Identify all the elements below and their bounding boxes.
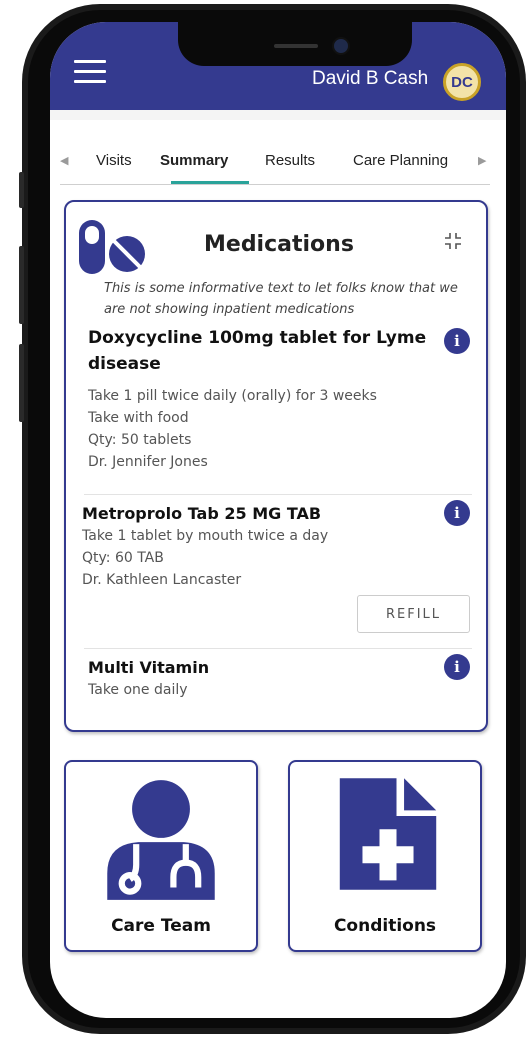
medications-title: Medications: [204, 232, 354, 257]
collapse-icon[interactable]: [444, 232, 462, 250]
medication-prescriber: Dr. Kathleen Lancaster: [82, 572, 242, 588]
medication-prescriber: Dr. Jennifer Jones: [88, 454, 208, 470]
care-team-tile[interactable]: Care Team: [64, 760, 258, 952]
conditions-tile[interactable]: Conditions: [288, 760, 482, 952]
divider: [84, 648, 472, 649]
phone-notch: [178, 22, 412, 66]
medication-quantity: Qty: 60 TAB: [82, 550, 164, 566]
tab-visits[interactable]: Visits: [96, 152, 132, 169]
medication-name: Doxycycline 100mg tablet for Lyme: [88, 328, 427, 348]
phone-volume-down: [19, 344, 24, 422]
tile-label: Conditions: [333, 916, 437, 936]
info-icon[interactable]: i: [444, 654, 470, 680]
app-screen: g: David B Cash DC ◀ Visits Summary Resu…: [50, 22, 506, 1018]
medication-name: Multi Vitamin: [88, 658, 210, 677]
doctor-icon: [107, 780, 215, 900]
speaker-grille: [274, 44, 318, 48]
medication-name-continued: disease: [88, 354, 161, 374]
tab-summary[interactable]: Summary: [160, 152, 228, 169]
medications-card: Medications This is some informative tex…: [64, 200, 488, 732]
medication-pill-icon: [79, 220, 145, 274]
header-shadow: [50, 110, 506, 120]
phone-volume-up: [19, 246, 24, 324]
medication-instructions: Take one daily: [88, 682, 188, 698]
tab-results[interactable]: Results: [265, 152, 315, 169]
avatar[interactable]: DC: [443, 63, 481, 101]
medication-quantity: Qty: 50 tablets: [88, 432, 192, 448]
tab-bar: ◀ Visits Summary Results Care Planning ▶: [60, 150, 490, 185]
tab-scroll-right-icon[interactable]: ▶: [478, 154, 486, 167]
info-icon[interactable]: i: [444, 328, 470, 354]
inpatient-notice: This is some informative text to let fol…: [104, 281, 458, 317]
active-tab-indicator: [171, 181, 249, 184]
medication-instructions: Take 1 tablet by mouth twice a day: [82, 528, 329, 544]
info-icon[interactable]: i: [444, 500, 470, 526]
phone-mute-switch: [19, 172, 24, 208]
tab-care-planning[interactable]: Care Planning: [353, 152, 448, 169]
refill-button[interactable]: REFILL: [357, 595, 470, 633]
medication-instructions: Take 1 pill twice daily (orally) for 3 w…: [88, 388, 377, 404]
user-name[interactable]: David B Cash: [312, 68, 428, 90]
tab-scroll-left-icon[interactable]: ◀: [60, 154, 68, 167]
tile-label: Care Team: [111, 916, 211, 936]
medication-name: Metroprolo Tab 25 MG TAB: [82, 504, 322, 523]
medical-document-icon: [339, 778, 437, 890]
menu-icon[interactable]: [74, 58, 106, 86]
divider: [84, 494, 472, 495]
medication-note: Take with food: [88, 410, 189, 426]
front-camera: [332, 37, 350, 55]
